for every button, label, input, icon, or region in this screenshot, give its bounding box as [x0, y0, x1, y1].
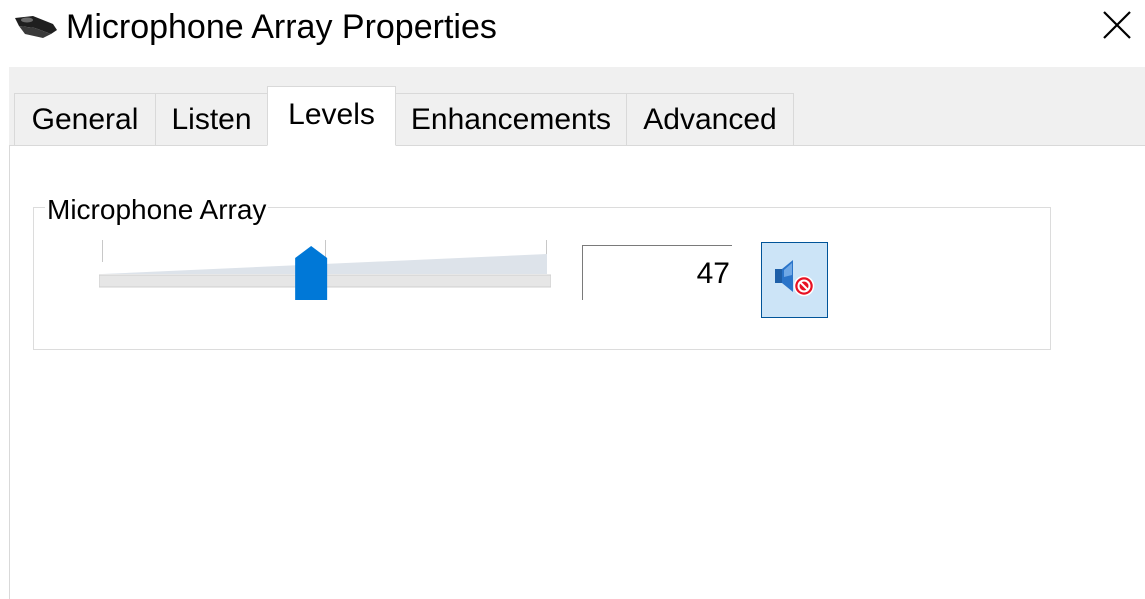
microphone-array-icon [13, 12, 59, 42]
tab-advanced[interactable]: Advanced [626, 93, 794, 145]
title-bar: Microphone Array Properties [0, 0, 1145, 56]
close-icon [1102, 10, 1132, 45]
speaker-muted-icon [773, 257, 817, 304]
tab-general[interactable]: General [14, 93, 156, 145]
tab-levels[interactable]: Levels [267, 86, 396, 146]
level-value-field[interactable]: 47 [582, 245, 732, 300]
properties-window: Microphone Array Properties General List… [0, 0, 1145, 599]
close-button[interactable] [1089, 0, 1145, 54]
tab-listen[interactable]: Listen [155, 93, 268, 145]
mute-button[interactable] [761, 242, 828, 318]
slider-thumb[interactable] [295, 246, 328, 300]
group-label: Microphone Array [45, 193, 269, 227]
tab-enhancements[interactable]: Enhancements [395, 93, 627, 145]
window-title: Microphone Array Properties [66, 8, 497, 46]
level-slider[interactable] [99, 240, 551, 302]
